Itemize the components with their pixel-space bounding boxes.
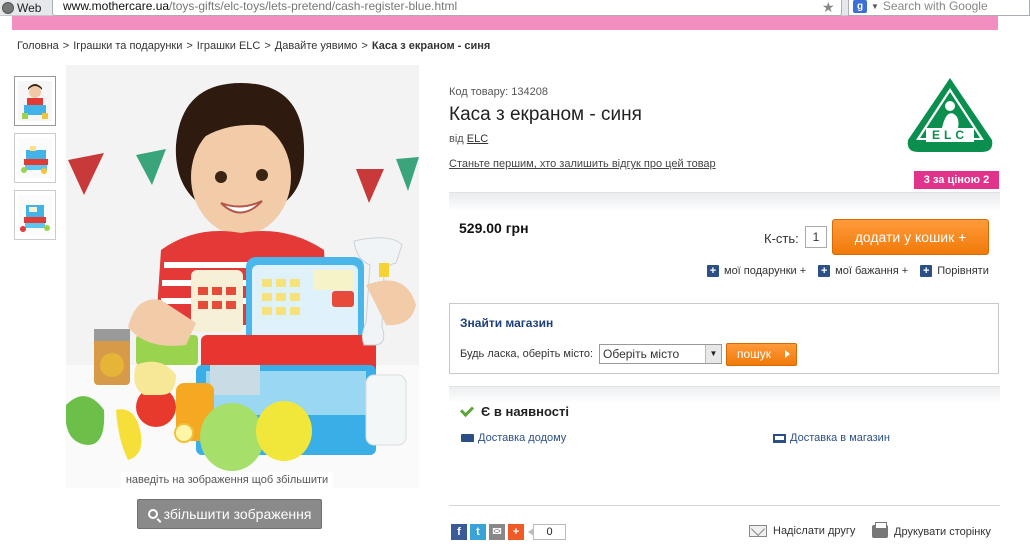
product-title: Каса з екраном - синя [449, 104, 642, 125]
share-plus-icon[interactable]: + [508, 524, 524, 540]
thumbnail-2[interactable] [14, 133, 56, 183]
breadcrumb-separator: > [62, 40, 70, 52]
breadcrumb-toys-gifts[interactable]: Іграшки та подарунки [73, 40, 182, 52]
web-tab-label: Web [17, 0, 42, 15]
elc-brand-logo[interactable]: ELC [906, 76, 994, 154]
browser-search-box[interactable]: g ▼ Search with Google [848, 0, 1030, 16]
print-page-link[interactable]: Друкувати сторінку [872, 522, 991, 538]
store-icon [773, 433, 786, 443]
brand-prefix: від [449, 133, 464, 145]
enlarge-image-label: збільшити зображення [163, 506, 312, 522]
store-finder: Знайти магазин Будь ласка, оберіть місто… [449, 303, 999, 374]
envelope-icon [749, 525, 767, 537]
plus-icon: + [818, 265, 831, 277]
product-price: 529.00 грн [459, 220, 529, 236]
compare-label: Порівняти [937, 265, 989, 277]
plus-icon: + [920, 265, 933, 277]
city-select[interactable]: Оберіть місто ▼ [599, 344, 722, 364]
thumbnail-image [18, 81, 52, 121]
add-to-wishlist-label: мої бажання + [835, 265, 909, 277]
printer-icon [872, 522, 888, 538]
promo-banner[interactable] [12, 16, 998, 30]
add-to-wishlist-link[interactable]: + мої бажання + [818, 265, 908, 277]
thumbnail-image [18, 138, 52, 178]
thumbnail-3[interactable] [14, 190, 56, 240]
bookmark-star-icon[interactable]: ★ [822, 0, 835, 16]
product-photo [66, 65, 419, 488]
thumbnail-image [18, 195, 52, 235]
enlarge-image-button[interactable]: збільшити зображення [137, 499, 322, 529]
breadcrumb-elc-toys[interactable]: Іграшки ELC [197, 40, 261, 52]
stock-status: Є в наявності [459, 402, 569, 419]
add-to-gifts-label: мої подарунки + [724, 265, 807, 277]
store-delivery-link[interactable]: Доставка в магазин [773, 432, 890, 444]
home-delivery-label: Доставка додому [478, 432, 567, 444]
social-share-bar: f t ✉ + 0 [451, 524, 566, 540]
city-select-label: Будь ласка, оберіть місто: [460, 348, 594, 360]
browser-toolbar: Web www.mothercare.ua/toys-gifts/elc-toy… [0, 0, 1030, 16]
product-code: Код товару: 134208 [449, 86, 548, 98]
send-to-friend-label: Надіслати другу [773, 525, 856, 537]
home-delivery-link[interactable]: Доставка додому [461, 432, 566, 444]
stock-status-label: Є в наявності [481, 404, 569, 419]
breadcrumb-separator: > [361, 40, 368, 52]
add-to-cart-button[interactable]: додати у кошик + [832, 219, 989, 255]
write-review-link[interactable]: Станьте першим, хто залишить відгук про … [449, 158, 716, 170]
chevron-down-icon[interactable]: ▼ [705, 345, 721, 363]
web-tab[interactable]: Web [2, 0, 41, 15]
google-icon[interactable]: g [853, 0, 867, 13]
promo-badge: 3 за ціною 2 [914, 171, 999, 189]
wishlist-links: + мої подарунки + + мої бажання + + Порі… [707, 265, 989, 277]
browser-search-placeholder: Search with Google [882, 0, 988, 13]
compare-link[interactable]: + Порівняти [920, 265, 989, 277]
city-select-value: Оберіть місто [603, 347, 680, 361]
elc-logo-text: ELC [932, 128, 968, 142]
url-domain: www.mothercare.ua [63, 0, 170, 13]
breadcrumb-separator: > [186, 40, 193, 52]
breadcrumb-current: Каса з екраном - синя [371, 40, 491, 52]
quantity-label: К-сть: [764, 231, 799, 246]
plus-icon: + [707, 265, 719, 277]
store-delivery-label: Доставка в магазин [790, 432, 890, 444]
thumbnail-list [14, 76, 56, 247]
breadcrumb-home[interactable]: Головна [17, 40, 59, 52]
globe-icon [2, 1, 14, 14]
zoom-hint: наведіть на зображення щоб збільшити [121, 472, 333, 488]
product-main-image[interactable] [66, 65, 419, 488]
truck-icon [461, 434, 474, 442]
store-search-button[interactable]: пошук [726, 343, 797, 366]
price-panel: 529.00 грн К-сть: 1 додати у кошик + + м… [449, 192, 1000, 290]
availability-panel: Є в наявності Доставка додому Доставка в… [449, 386, 1000, 446]
print-page-label: Друкувати сторінку [894, 525, 991, 538]
address-bar[interactable]: www.mothercare.ua/toys-gifts/elc-toys/le… [52, 0, 842, 16]
chevron-right-icon [785, 350, 790, 358]
url-path: /toys-gifts/elc-toys/lets-pretend/cash-r… [169, 0, 458, 13]
quantity-input[interactable]: 1 [805, 226, 827, 248]
chevron-down-icon[interactable]: ▼ [871, 0, 879, 15]
magnifier-icon [147, 509, 158, 519]
facebook-icon[interactable]: f [451, 524, 467, 540]
store-finder-title: Знайти магазин [460, 316, 554, 330]
share-count: 0 [528, 524, 566, 540]
twitter-icon[interactable]: t [470, 524, 486, 540]
checkmark-icon [459, 402, 475, 417]
add-to-gifts-link[interactable]: + мої подарунки + [707, 265, 806, 277]
thumbnail-1[interactable] [14, 76, 56, 126]
product-brand: від ELC [449, 133, 488, 145]
email-icon[interactable]: ✉ [489, 524, 505, 540]
breadcrumb-lets-pretend[interactable]: Давайте уявимо [275, 40, 358, 52]
breadcrumb: Головна > Іграшки та подарунки > Іграшки… [17, 40, 490, 52]
brand-link[interactable]: ELC [467, 133, 488, 145]
divider [449, 505, 1000, 506]
store-search-label: пошук [737, 347, 772, 361]
breadcrumb-separator: > [264, 40, 271, 52]
send-to-friend-link[interactable]: Надіслати другу [749, 525, 855, 537]
